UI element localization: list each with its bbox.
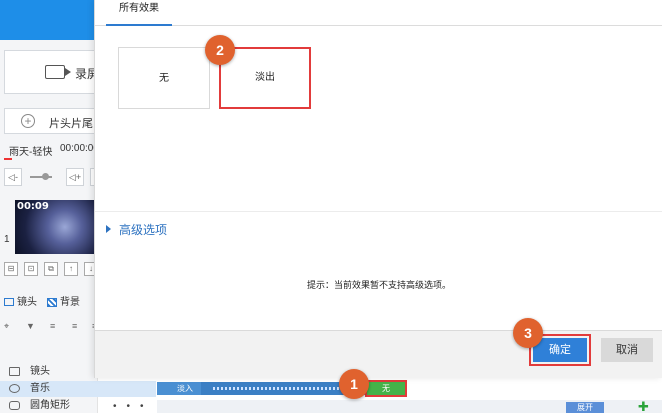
- background-label[interactable]: 背景: [60, 297, 80, 308]
- filter-icon[interactable]: ▼: [26, 321, 35, 331]
- effect-none[interactable]: 无: [118, 47, 210, 109]
- progress-indicator: [4, 158, 12, 160]
- clip-number: 1: [4, 234, 10, 245]
- camera-icon: [45, 65, 71, 79]
- tab-all-effects[interactable]: 所有效果: [106, 0, 172, 26]
- item-dots: •••: [113, 401, 154, 412]
- highlight-box: [365, 380, 407, 397]
- clip-thumbnail[interactable]: 00:09: [15, 200, 98, 254]
- tab-bar: 所有效果: [95, 0, 662, 26]
- hint-text: 提示：当前效果暂不支持高级选项。: [306, 280, 451, 290]
- volume-controls: ◁- ◁+: [4, 168, 98, 186]
- advanced-options-toggle[interactable]: 高级选项: [106, 221, 167, 238]
- track-time: 00:00:00: [60, 143, 96, 154]
- add-icon[interactable]: ✚: [638, 400, 649, 413]
- align-left-icon[interactable]: ≡: [50, 321, 55, 331]
- step-badge-2: 2: [205, 35, 235, 65]
- background-icon: [47, 297, 57, 307]
- record-screen-button[interactable]: 录屏: [4, 50, 99, 94]
- track-name: 雨天-轻快: [9, 147, 53, 158]
- effects-dialog: 所有效果 无 淡出 高级选项 提示：当前效果暂不支持高级选项。 确定 取消: [94, 0, 662, 378]
- export-icon[interactable]: ⊡: [24, 262, 38, 276]
- align-center-icon[interactable]: ≡: [72, 321, 77, 331]
- expand-arrow-icon: [106, 225, 111, 233]
- clip-row[interactable]: 1 00:09: [0, 196, 98, 258]
- move-up-icon[interactable]: ↑: [64, 262, 78, 276]
- volume-down-icon[interactable]: ◁-: [4, 168, 22, 186]
- editor-left-panel: 录屏 + 片头片尾 雨天-轻快 00:00:00 ◁- ◁+ 1 00:09 ⊟…: [0, 0, 99, 413]
- clip-duration: 00:09: [17, 201, 49, 212]
- list-item-music[interactable]: 音乐: [0, 381, 156, 397]
- copy-icon[interactable]: ⧉: [44, 262, 58, 276]
- volume-slider-knob[interactable]: [42, 173, 49, 180]
- list-item-label: 音乐: [30, 383, 50, 394]
- intro-outro-label: 片头片尾: [49, 118, 93, 130]
- top-bar: [0, 0, 98, 40]
- dialog-footer: 确定 取消: [95, 330, 662, 378]
- list-item-label: 镜头: [30, 366, 50, 377]
- target-icon[interactable]: ⌖: [4, 321, 9, 332]
- volume-up-icon[interactable]: ◁+: [66, 168, 84, 186]
- rounded-rect-icon: [9, 401, 20, 410]
- lens-label[interactable]: 镜头: [17, 297, 37, 308]
- step-badge-3: 3: [513, 318, 543, 348]
- cancel-button[interactable]: 取消: [601, 338, 653, 362]
- clip-toolbar: ⊟ ⊡ ⧉ ↑ ↓: [2, 262, 98, 278]
- camera-icon: [9, 367, 20, 376]
- list-item-label: 圆角矩形: [30, 400, 70, 411]
- align-toolbar: ⌖ ▼ ≡ ≡ ≡: [4, 321, 98, 333]
- advanced-options-label: 高级选项: [119, 223, 168, 237]
- expand-button[interactable]: 展开: [566, 402, 604, 413]
- plus-circle-icon: +: [21, 114, 35, 128]
- ok-button[interactable]: 确定: [533, 338, 587, 362]
- music-icon: [9, 384, 20, 393]
- step-badge-1: 1: [339, 369, 369, 399]
- lens-icon: [4, 298, 14, 307]
- divider: [95, 211, 662, 212]
- timeline-fade-in[interactable]: 淡入: [157, 382, 201, 395]
- split-icon[interactable]: ⊟: [4, 262, 18, 276]
- intro-outro-button[interactable]: + 片头片尾: [4, 108, 96, 134]
- lens-background-row: 镜头 背景: [4, 293, 80, 308]
